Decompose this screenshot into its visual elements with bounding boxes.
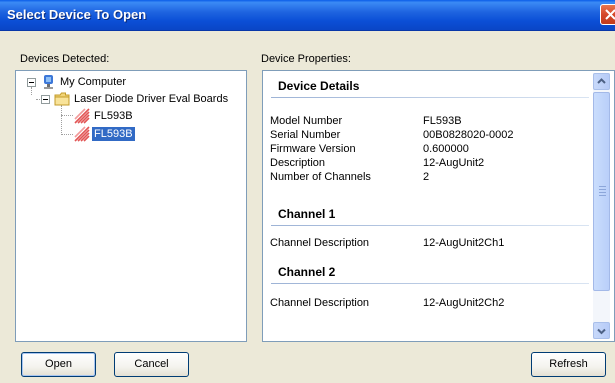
property-value: 12-AugUnit2Ch1 [423, 237, 505, 249]
device-tree[interactable]: My Computer Laser Diode Driver Eval Boar… [15, 70, 247, 342]
property-label: Firmware Version [270, 143, 356, 155]
scroll-up-button[interactable] [593, 73, 610, 90]
property-label: Model Number [270, 115, 343, 127]
close-icon [605, 9, 615, 20]
property-label: Channel Description [270, 297, 370, 309]
channel-2-heading: Channel 2 [278, 265, 336, 279]
property-value: 0.600000 [423, 143, 469, 155]
window-title: Select Device To Open [7, 7, 147, 22]
vertical-scrollbar[interactable] [593, 73, 610, 339]
cancel-button[interactable]: Cancel [114, 352, 189, 377]
device-details-heading: Device Details [278, 79, 360, 93]
tree-group-label: Laser Diode Driver Eval Boards [74, 93, 229, 105]
chevron-up-icon [597, 78, 606, 84]
device-label: FL593B [94, 110, 133, 122]
folder-icon [54, 92, 70, 106]
device-properties-label: Device Properties: [261, 53, 351, 65]
property-value: 2 [423, 171, 430, 183]
channel-1-heading: Channel 1 [278, 207, 336, 221]
title-bar[interactable]: Select Device To Open [0, 0, 615, 31]
device-label: FL593B [92, 127, 135, 141]
open-label: pen [53, 358, 72, 370]
property-label: Description [270, 157, 326, 169]
property-label: Channel Description [270, 237, 370, 249]
scroll-thumb[interactable] [593, 92, 610, 291]
property-value: 12-AugUnit2 [423, 157, 485, 169]
property-label: Number of Channels [270, 171, 371, 183]
collapse-toggle[interactable] [41, 95, 50, 104]
property-label: Serial Number [270, 129, 341, 141]
collapse-toggle[interactable] [27, 78, 36, 87]
open-button[interactable]: Open [21, 352, 96, 377]
dialog-window: Select Device To Open Devices Detected: … [0, 0, 615, 383]
computer-icon [44, 75, 53, 89]
devices-detected-label: Devices Detected: [20, 53, 110, 65]
property-value: 00B0828020-0002 [423, 129, 514, 141]
scroll-down-button[interactable] [593, 322, 610, 339]
cancel-label: ancel [142, 358, 169, 370]
tree-root-label: My Computer [60, 76, 127, 88]
laser-device-icon [74, 126, 90, 142]
refresh-accel: R [549, 358, 558, 370]
close-button[interactable] [600, 4, 615, 25]
refresh-button[interactable]: Refresh [531, 352, 606, 377]
device-properties-panel[interactable]: Device Details Model Number FL593B Seria… [262, 70, 615, 342]
chevron-down-icon [597, 328, 606, 335]
laser-device-icon [74, 108, 90, 124]
property-value: 12-AugUnit2Ch2 [423, 297, 505, 309]
open-accel: O [45, 358, 54, 370]
refresh-label: efresh [557, 358, 588, 370]
property-value: FL593B [423, 115, 462, 127]
